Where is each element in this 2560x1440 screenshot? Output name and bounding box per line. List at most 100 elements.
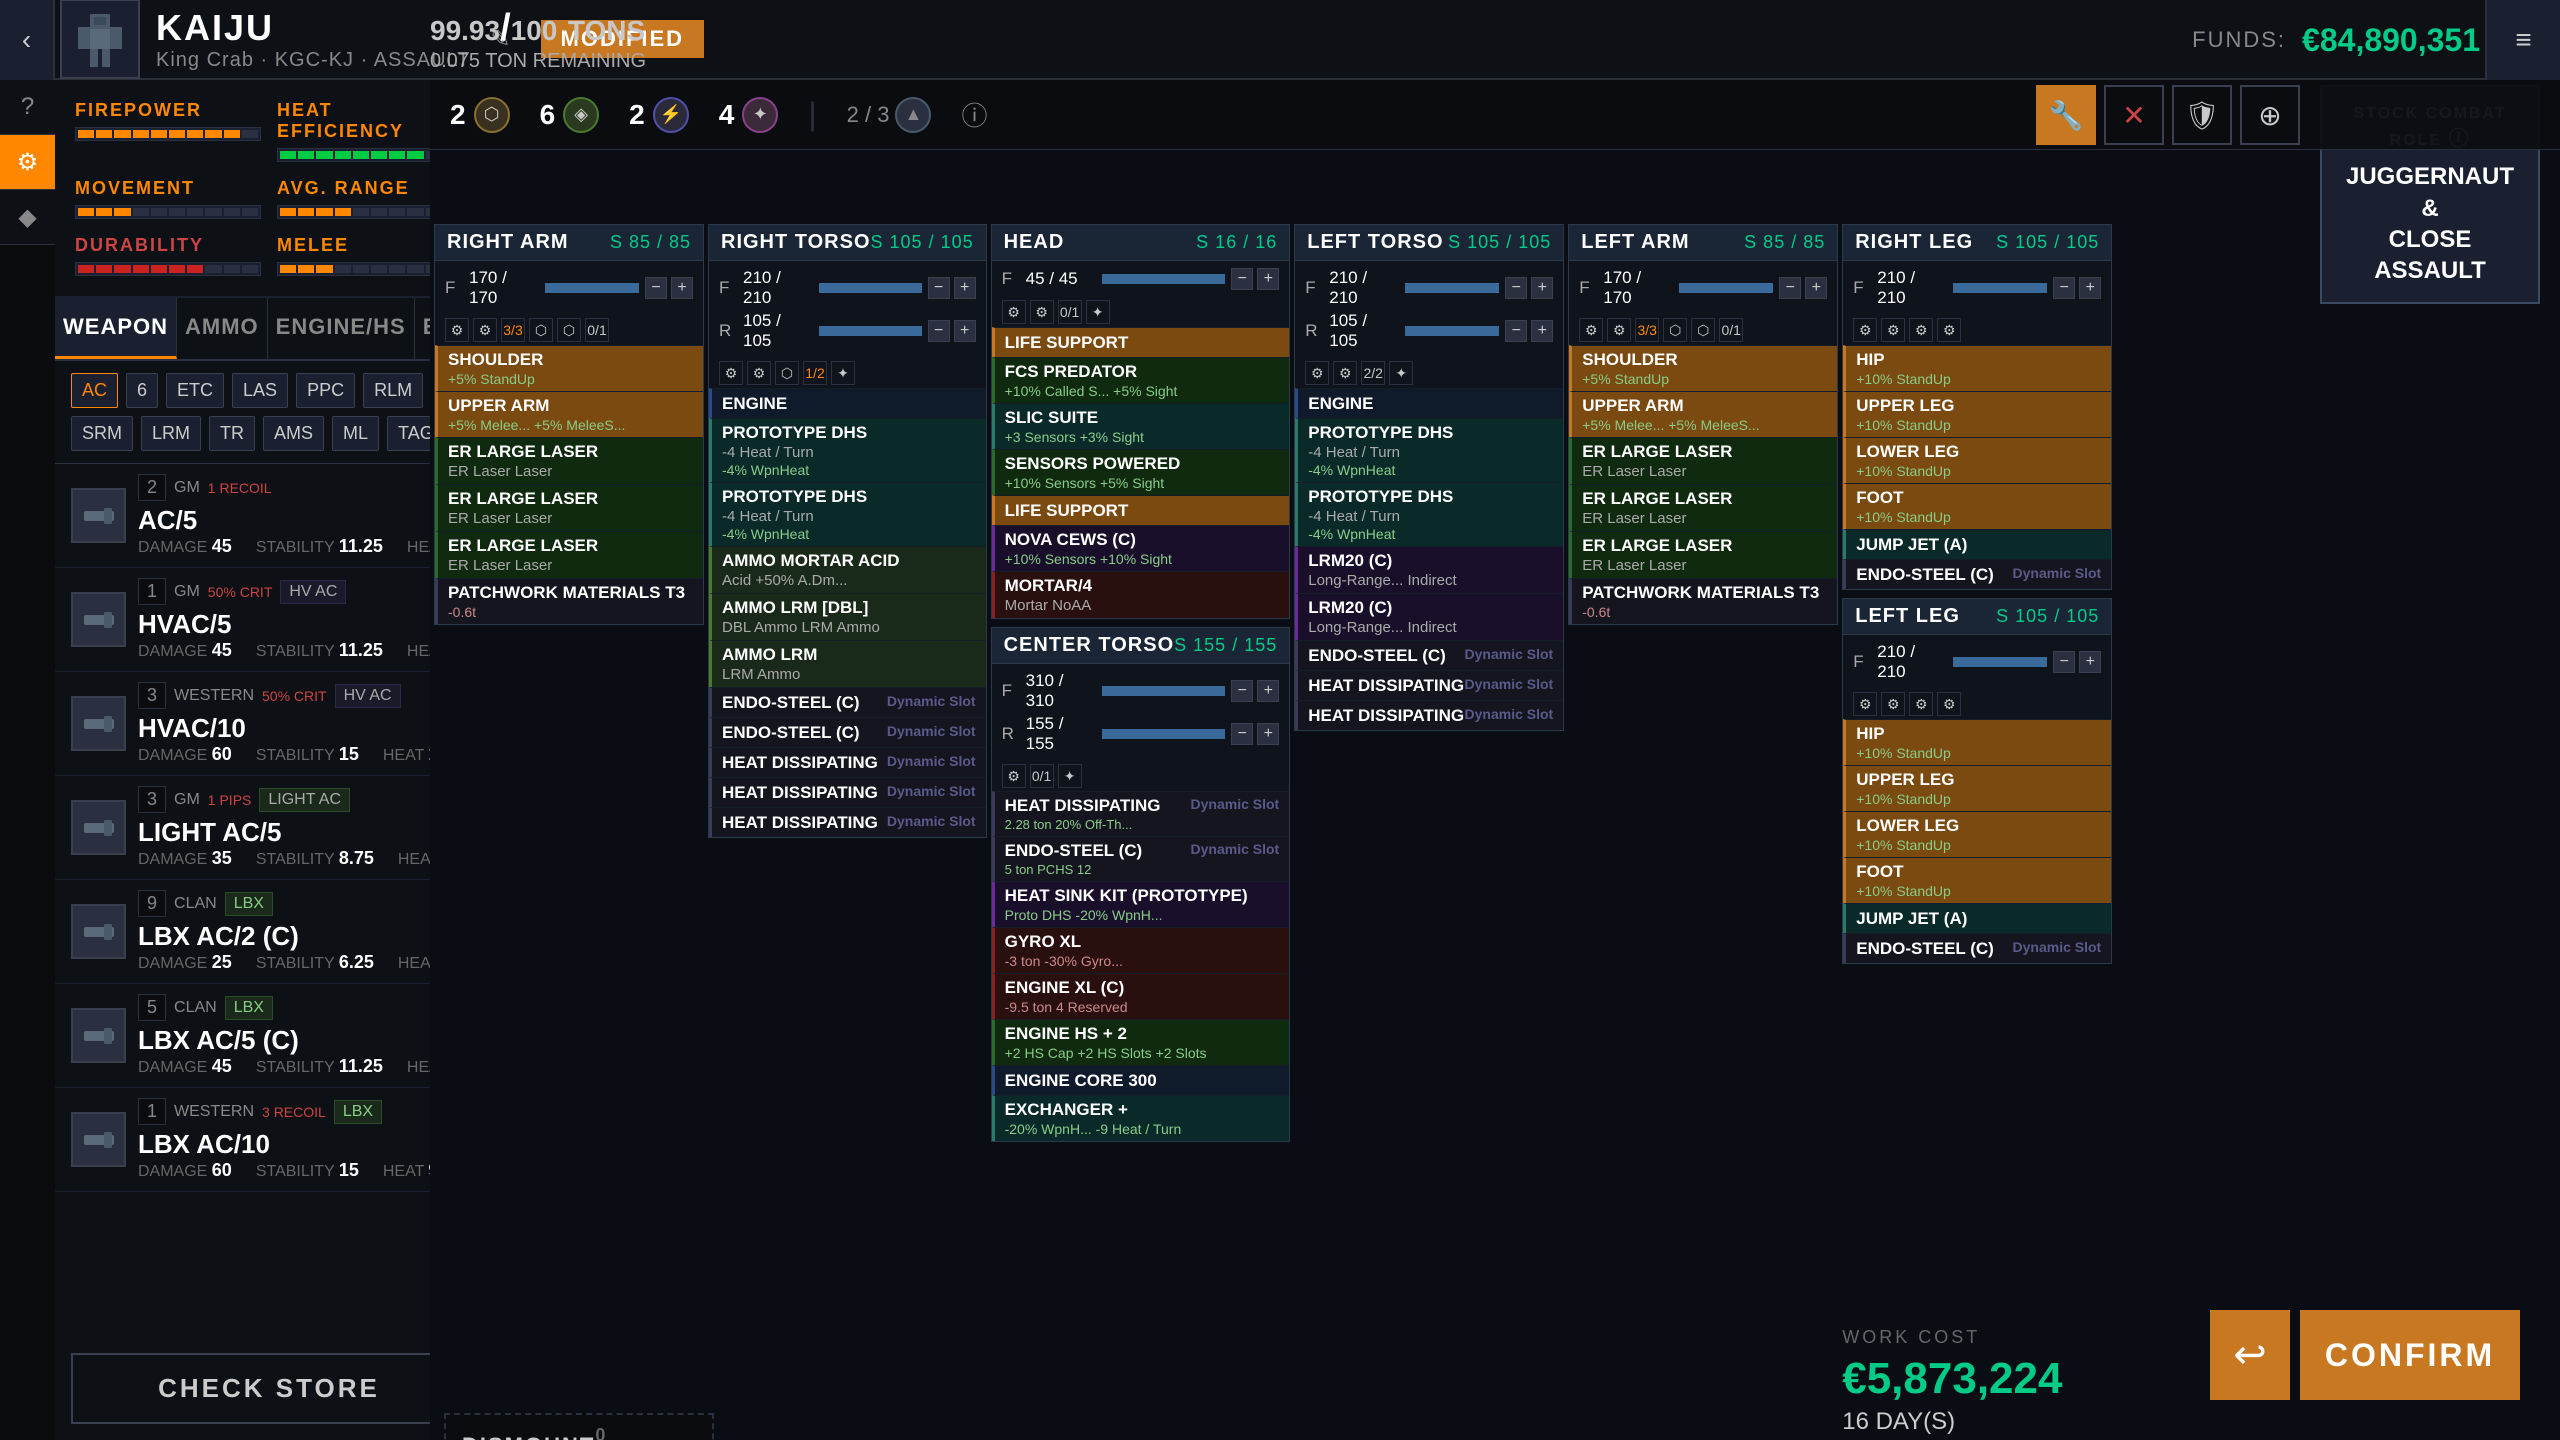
item-patch-ra[interactable]: PATCHWORK MATERIALS T3 -0.6t: [435, 578, 703, 624]
filter-lrm[interactable]: LRM: [141, 416, 201, 451]
item-heat-ct[interactable]: HEAT DISSIPATING Dynamic Slot 2.28 ton 2…: [992, 791, 1290, 836]
item-lower-leg-ll[interactable]: LOWER LEG +10% StandUp: [1843, 811, 2111, 857]
ll-armor-f-minus[interactable]: −: [2053, 651, 2075, 673]
item-life-support-h2[interactable]: LIFE SUPPORT: [992, 495, 1290, 525]
weapon-item[interactable]: 2GM1 RECOILAC/5DAMAGE 45STABILITY 11.25H…: [55, 464, 483, 568]
la-armor-f-plus[interactable]: +: [1805, 277, 1827, 299]
item-er-laser-la2[interactable]: ER LARGE LASER ER Laser Laser: [1569, 484, 1837, 531]
weapon-item[interactable]: 5CLANLBXLBX AC/5 (C)DAMAGE 45STABILITY 1…: [55, 984, 483, 1088]
side-nav-mechs[interactable]: ⚙: [0, 135, 55, 190]
filter-etc[interactable]: ETC: [166, 373, 224, 408]
armor-f-minus[interactable]: −: [645, 277, 667, 299]
item-endo-rt1[interactable]: ENDO-STEEL (C) Dynamic Slot: [709, 687, 986, 717]
filter-ml[interactable]: ML: [332, 416, 379, 451]
item-life-support-h1[interactable]: LIFE SUPPORT: [992, 327, 1290, 357]
item-exchanger-ct[interactable]: EXCHANGER + -20% WpnH... -9 Heat / Turn: [992, 1095, 1290, 1141]
lt-armor-r-minus[interactable]: −: [1505, 320, 1527, 342]
item-heat-rt2[interactable]: HEAT DISSIPATING Dynamic Slot: [709, 777, 986, 807]
item-foot-ll[interactable]: FOOT +10% StandUp: [1843, 857, 2111, 903]
filter-srm[interactable]: SRM: [71, 416, 133, 451]
item-engine-core-ct[interactable]: ENGINE CORE 300: [992, 1065, 1290, 1095]
item-patch-la[interactable]: PATCHWORK MATERIALS T3 -0.6t: [1569, 578, 1837, 624]
item-endo-rt2[interactable]: ENDO-STEEL (C) Dynamic Slot: [709, 717, 986, 747]
rl-armor-f-plus[interactable]: +: [2079, 277, 2101, 299]
item-jump-jet-rl[interactable]: JUMP JET (A): [1843, 529, 2111, 559]
filter-6[interactable]: 6: [126, 373, 158, 408]
tool-info[interactable]: ⊕: [2240, 85, 2300, 145]
confirm-button[interactable]: CONFIRM: [2300, 1310, 2520, 1400]
lt-armor-f-minus[interactable]: −: [1505, 277, 1527, 299]
filter-rlm[interactable]: RLM: [363, 373, 423, 408]
head-armor-minus[interactable]: −: [1231, 268, 1253, 290]
item-er-laser-ra1[interactable]: ER LARGE LASER ER Laser Laser: [435, 437, 703, 484]
filter-tr[interactable]: TR: [209, 416, 255, 451]
item-endo-rl[interactable]: ENDO-STEEL (C) Dynamic Slot: [1843, 559, 2111, 589]
lt-armor-f-plus[interactable]: +: [1531, 277, 1553, 299]
item-shoulder-ra[interactable]: SHOULDER +5% StandUp: [435, 345, 703, 391]
filter-ams[interactable]: AMS: [263, 416, 324, 451]
la-armor-f-minus[interactable]: −: [1779, 277, 1801, 299]
item-engine-xl-ct[interactable]: ENGINE XL (C) -9.5 ton 4 Reserved: [992, 973, 1290, 1019]
check-store-button[interactable]: CHECK STORE: [71, 1353, 467, 1424]
item-foot-rl[interactable]: FOOT +10% StandUp: [1843, 483, 2111, 529]
item-heat-rt1[interactable]: HEAT DISSIPATING Dynamic Slot: [709, 747, 986, 777]
item-pdhs-lt2[interactable]: PROTOTYPE DHS -4 Heat / Turn -4% WpnHeat: [1295, 482, 1563, 546]
info-button[interactable]: ⓘ: [961, 96, 987, 133]
item-pdhs-rt2[interactable]: PROTOTYPE DHS -4 Heat / Turn -4% WpnHeat: [709, 482, 986, 546]
menu-button[interactable]: ≡: [2485, 0, 2560, 80]
head-armor-plus[interactable]: +: [1257, 268, 1279, 290]
item-engine-rt[interactable]: ENGINE: [709, 388, 986, 418]
armor-f-plus[interactable]: +: [671, 277, 693, 299]
item-gyro-ct[interactable]: GYRO XL -3 ton -30% Gyro...: [992, 927, 1290, 973]
rl-armor-f-minus[interactable]: −: [2053, 277, 2075, 299]
item-hsk-ct[interactable]: HEAT SINK KIT (PROTOTYPE) Proto DHS -20%…: [992, 881, 1290, 927]
item-slic-h[interactable]: SLIC SUITE +3 Sensors +3% Sight: [992, 403, 1290, 449]
item-upper-arm-la[interactable]: UPPER ARM +5% Melee... +5% MeleeS...: [1569, 391, 1837, 437]
tab-ammo[interactable]: AMMO: [177, 298, 268, 359]
ct-armor-f-plus[interactable]: +: [1257, 680, 1279, 702]
item-sensors-h[interactable]: SENSORS POWERED +10% Sensors +5% Sight: [992, 449, 1290, 495]
tool-wrench[interactable]: 🔧: [2036, 85, 2096, 145]
weapon-item[interactable]: 1GM50% CRITHV ACHVAC/5DAMAGE 45STABILITY…: [55, 568, 483, 672]
item-endo-lt[interactable]: ENDO-STEEL (C) Dynamic Slot: [1295, 640, 1563, 670]
tab-engine-hs[interactable]: ENGINE/HS: [268, 298, 415, 359]
item-lrm20-lt2[interactable]: LRM20 (C) Long-Range... Indirect: [1295, 593, 1563, 640]
item-er-laser-la3[interactable]: ER LARGE LASER ER Laser Laser: [1569, 531, 1837, 578]
ll-armor-f-plus[interactable]: +: [2079, 651, 2101, 673]
item-endo-ll[interactable]: ENDO-STEEL (C) Dynamic Slot: [1843, 933, 2111, 963]
item-er-laser-ra2[interactable]: ER LARGE LASER ER Laser Laser: [435, 484, 703, 531]
item-lrm20-lt1[interactable]: LRM20 (C) Long-Range... Indirect: [1295, 546, 1563, 593]
item-mortar-h[interactable]: MORTAR/4 Mortar NoAA: [992, 571, 1290, 618]
filter-ppc[interactable]: PPC: [296, 373, 355, 408]
rt-armor-f-plus[interactable]: +: [954, 277, 976, 299]
ct-armor-f-minus[interactable]: −: [1231, 680, 1253, 702]
filter-ac[interactable]: AC: [71, 373, 118, 408]
weapon-item[interactable]: 9CLANLBXLBX AC/2 (C)DAMAGE 25STABILITY 6…: [55, 880, 483, 984]
tab-weapon[interactable]: WEAPON: [55, 298, 177, 359]
filter-las[interactable]: LAS: [232, 373, 288, 408]
item-hip-ll[interactable]: HIP +10% StandUp: [1843, 719, 2111, 765]
item-endo-ct[interactable]: ENDO-STEEL (C) Dynamic Slot 5 ton PCHS 1…: [992, 836, 1290, 881]
item-nova-cews[interactable]: NOVA CEWS (C) +10% Sensors +10% Sight: [992, 525, 1290, 571]
item-hip-rl[interactable]: HIP +10% StandUp: [1843, 345, 2111, 391]
item-ammo-lrm[interactable]: AMMO LRM LRM Ammo: [709, 640, 986, 687]
rt-armor-r-plus[interactable]: +: [954, 320, 976, 342]
item-upper-arm-ra[interactable]: UPPER ARM +5% Melee... +5% MeleeS...: [435, 391, 703, 437]
rt-armor-f-minus[interactable]: −: [928, 277, 950, 299]
weapon-item[interactable]: 3WESTERN50% CRITHV ACHVAC/10DAMAGE 60STA…: [55, 672, 483, 776]
tool-remove[interactable]: ✕: [2104, 85, 2164, 145]
ct-armor-r-plus[interactable]: +: [1257, 723, 1279, 745]
item-fcs-h[interactable]: FCS PREDATOR +10% Called S... +5% Sight: [992, 357, 1290, 403]
item-heat-rt3[interactable]: HEAT DISSIPATING Dynamic Slot: [709, 807, 986, 837]
item-er-laser-ra3[interactable]: ER LARGE LASER ER Laser Laser: [435, 531, 703, 578]
lt-armor-r-plus[interactable]: +: [1531, 320, 1553, 342]
item-pdhs-rt1[interactable]: PROTOTYPE DHS -4 Heat / Turn -4% WpnHeat: [709, 418, 986, 482]
item-jump-jet-ll[interactable]: JUMP JET (A): [1843, 903, 2111, 933]
item-heat-lt2[interactable]: HEAT DISSIPATING Dynamic Slot: [1295, 700, 1563, 730]
side-nav-unknown1[interactable]: ?: [0, 80, 55, 135]
item-shoulder-la[interactable]: SHOULDER +5% StandUp: [1569, 345, 1837, 391]
weapon-item[interactable]: 1WESTERN3 RECOILLBXLBX AC/10DAMAGE 60STA…: [55, 1088, 483, 1192]
tool-filter[interactable]: 🛡: [2172, 85, 2232, 145]
item-er-laser-la1[interactable]: ER LARGE LASER ER Laser Laser: [1569, 437, 1837, 484]
item-upper-leg-rl[interactable]: UPPER LEG +10% StandUp: [1843, 391, 2111, 437]
